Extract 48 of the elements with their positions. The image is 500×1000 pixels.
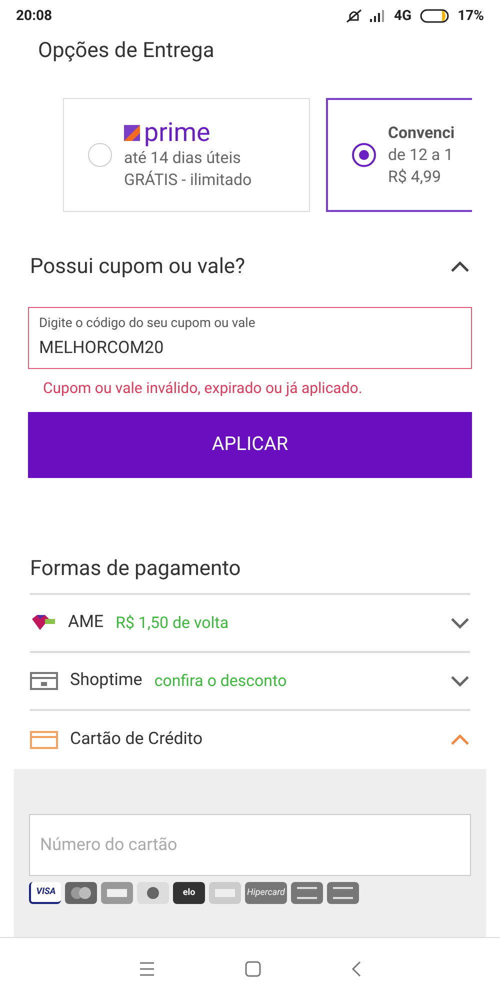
payment-method[interactable]: Shoptime [70,668,142,694]
card-brand-icon: VISA [29,882,61,904]
section-title: Formas de pagamento [29,556,242,582]
network-label: 4G [394,6,412,26]
status-time: 20:08 [16,6,52,26]
card-brand-icon [209,882,241,904]
option-detail: R$ 4,99 [388,166,442,188]
option-detail: GRÁTIS - ilimitado [124,168,252,190]
prime-logo-icon [124,124,140,140]
payment-note: R$ 1,50 de volta [116,612,229,634]
card-brand-icon: Hipercard [245,882,287,904]
section-title: Opções de Entrega [37,38,216,65]
card-icon [30,731,58,749]
option-detail: até 14 dias úteis [124,146,242,168]
option-detail: de 12 a 1 [388,144,454,166]
chevron-down-icon[interactable] [450,617,470,629]
payment-note: confira o desconto [154,670,287,692]
battery-icon [420,9,450,23]
chevron-down-icon[interactable] [450,675,470,687]
card-number-field[interactable]: Número do cartão [29,814,471,876]
back-icon[interactable] [351,961,361,977]
option-title: Convenci [388,122,455,144]
card-brand-icon [290,882,323,904]
section-title: Possui cupom ou vale? [30,254,245,280]
gem-icon [30,614,56,632]
menu-icon[interactable] [139,962,155,976]
apply-button[interactable]: APLICAR [28,412,472,478]
card-icon [30,672,58,690]
battery-level: 17% [458,6,484,26]
card-brand-icon: elo [173,882,205,904]
card-brand-icon [65,882,97,904]
card-brand-icon [101,882,133,904]
payment-method[interactable]: Cartão de Crédito [70,727,203,753]
chevron-up-icon[interactable] [450,261,470,274]
delivery-option[interactable]: Convenci de 12 a 1 R$ 4,99 [326,98,472,212]
prime-logo-text: prime [144,118,210,146]
signal-icon [370,10,386,22]
radio-button[interactable] [352,142,376,166]
coupon-field[interactable]: Digite o código do seu cupom ou vale MELHORCOM20 [28,307,472,369]
bell-off-icon [346,9,362,23]
home-icon[interactable] [245,961,261,977]
delivery-option[interactable]: prime até 14 dias úteis GRÁTIS - ilimitado [63,98,310,212]
field-label: Digite o código do seu cupom ou vale [39,315,256,333]
payment-method[interactable]: AME [68,610,104,636]
error-message: Cupom ou vale inválido, expirado ou já aplicado. [42,378,364,399]
card-brand-icon [137,882,169,904]
coupon-input[interactable]: MELHORCOM20 [39,336,461,361]
card-brand-icon [326,882,359,904]
